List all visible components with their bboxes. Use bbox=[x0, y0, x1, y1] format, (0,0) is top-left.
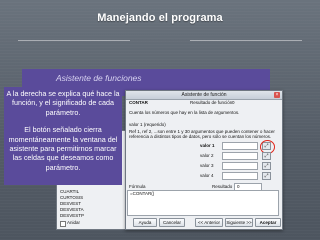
help-button[interactable]: Ayuda bbox=[133, 218, 157, 227]
list-item[interactable]: CUARTIL bbox=[60, 189, 79, 194]
param-input-2[interactable] bbox=[222, 152, 258, 160]
list-item[interactable]: DESVESTP bbox=[60, 213, 84, 218]
next-button[interactable]: Siguiente >> bbox=[225, 218, 253, 227]
close-icon[interactable]: × bbox=[274, 92, 280, 98]
result-label: Resultado de función bbox=[190, 100, 233, 105]
callout-paragraph-2: El botón señalado cierra momentáneamente… bbox=[8, 125, 118, 172]
nest-checkbox[interactable] bbox=[60, 221, 66, 227]
formula-label: Fórmula bbox=[129, 184, 146, 189]
param-input-4[interactable] bbox=[222, 172, 258, 180]
result-value: 0 bbox=[232, 100, 235, 105]
accept-button[interactable]: Aceptar bbox=[255, 218, 281, 227]
explanation-callout: A la derecha se explica qué hace la func… bbox=[4, 87, 122, 185]
cancel-button[interactable]: Cancelar bbox=[159, 218, 185, 227]
param-label: valor 2 bbox=[200, 153, 214, 158]
back-button[interactable]: << Anterior bbox=[195, 218, 223, 227]
shrink-dialog-icon[interactable]: ⤢ bbox=[262, 172, 271, 180]
callout-paragraph-1: A la derecha se explica qué hace la func… bbox=[6, 89, 120, 117]
param-heading: valor 1 (requerido) bbox=[129, 122, 166, 127]
shrink-dialog-icon[interactable]: ⤢ bbox=[262, 162, 271, 170]
title-rule-right bbox=[190, 40, 302, 41]
param-input-3[interactable] bbox=[222, 162, 258, 170]
nest-label: Anidar bbox=[67, 220, 81, 225]
formula-value: =CONTAR() bbox=[130, 191, 155, 196]
param-label: valor 1 bbox=[200, 143, 215, 148]
formula-result-label: Resultado bbox=[212, 184, 233, 189]
function-name: CONTAR bbox=[129, 100, 148, 105]
list-item[interactable]: DESVEST bbox=[60, 201, 81, 206]
title-rule-left bbox=[18, 40, 130, 41]
slide-title: Manejando el programa bbox=[97, 12, 223, 24]
dialog-title: Asistente de función bbox=[126, 91, 282, 100]
section-label: Asistente de funciones bbox=[56, 73, 142, 83]
param-label: valor 4 bbox=[200, 173, 214, 178]
function-description: Cuenta los números que hay en la lista d… bbox=[129, 110, 240, 115]
list-item[interactable]: CURTOSIS bbox=[60, 195, 83, 200]
param-help-line-2: referencia a distintos tipos de datos, p… bbox=[129, 134, 272, 139]
formula-result-value: 0 bbox=[237, 184, 240, 189]
shrink-dialog-icon[interactable]: ⤢ bbox=[262, 152, 271, 160]
list-item[interactable]: DESVESTA bbox=[60, 207, 84, 212]
param-input-1[interactable] bbox=[222, 142, 258, 150]
param-label: valor 3 bbox=[200, 163, 214, 168]
